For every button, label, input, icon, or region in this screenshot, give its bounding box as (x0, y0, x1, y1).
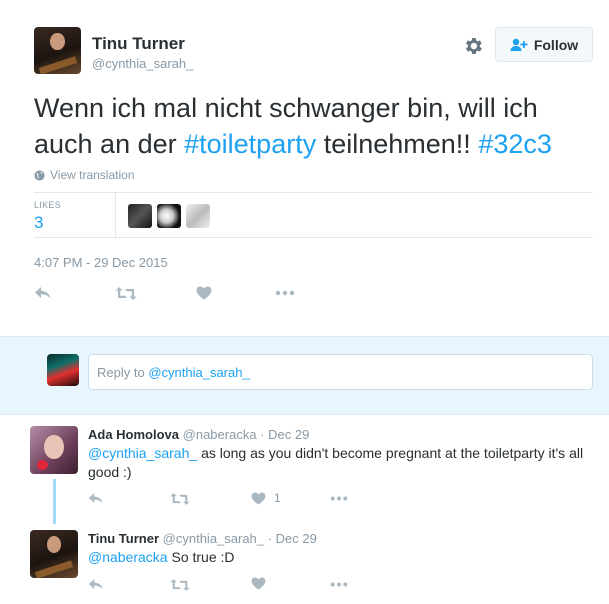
globe-icon (34, 169, 45, 181)
liker-avatar[interactable] (128, 204, 152, 228)
tweet-timestamp[interactable]: 4:07 PM - 29 Dec 2015 (34, 255, 168, 270)
reply-icon (35, 287, 51, 299)
author-name[interactable]: Tinu Turner (92, 34, 185, 54)
tweet-text-segment: auch an der (34, 129, 177, 159)
reply-author-handle[interactable]: @cynthia_sarah_ (163, 531, 264, 546)
tweet-text-segment: teilnehmen!! (323, 129, 471, 159)
reply-text: @naberacka So true :D (88, 548, 235, 567)
follow-button[interactable]: Follow (495, 27, 593, 62)
reply-icon (88, 493, 103, 504)
stats-divider (115, 193, 116, 237)
separator: · (267, 531, 272, 546)
thread-connector (53, 479, 56, 524)
retweet-button[interactable] (170, 492, 190, 506)
reply-mention[interactable]: @naberacka (88, 549, 168, 565)
reply-header: Ada Homolova @naberacka · Dec 29 (88, 427, 309, 442)
reply-button[interactable] (88, 578, 104, 591)
liker-avatar[interactable] (186, 204, 210, 228)
follow-label: Follow (533, 36, 579, 53)
retweet-icon (115, 287, 137, 300)
reply-button[interactable] (34, 286, 52, 300)
gear-icon (466, 38, 482, 54)
retweet-button[interactable] (170, 578, 190, 592)
reply-date[interactable]: Dec 29 (276, 531, 317, 546)
reply-author-name[interactable]: Ada Homolova (88, 427, 179, 442)
tweet-text: Wenn ich mal nicht schwanger bin, will i… (34, 90, 594, 162)
reply-date[interactable]: Dec 29 (268, 427, 309, 442)
view-translation-label: View translation (50, 168, 135, 182)
reply-button[interactable] (88, 492, 104, 505)
separator: · (260, 427, 265, 442)
divider (34, 237, 593, 238)
reply-avatar[interactable] (30, 426, 78, 474)
reply-text-line1: So true :D (171, 549, 235, 565)
heart-icon (196, 286, 212, 300)
liker-avatar[interactable] (157, 204, 181, 228)
more-icon (275, 290, 295, 296)
more-button[interactable] (275, 286, 295, 300)
reply-author-handle[interactable]: @naberacka (183, 427, 257, 442)
hashtag-toiletparty[interactable]: #toiletparty (184, 129, 316, 159)
heart-icon (251, 491, 266, 505)
heart-icon (251, 577, 266, 590)
retweet-button[interactable] (115, 286, 137, 301)
reply-author-name[interactable]: Tinu Turner (88, 531, 159, 546)
author-avatar[interactable] (34, 27, 81, 74)
reply-text-line2: good :) (88, 464, 132, 480)
more-icon (330, 582, 348, 587)
hashtag-32c3[interactable]: #32c3 (478, 129, 552, 159)
tweet-text-line1: Wenn ich mal nicht schwanger bin, will i… (34, 93, 538, 123)
tweet-text-line2: auch an der #toiletparty teilnehmen!! #3… (34, 126, 594, 162)
reply-mention[interactable]: @cynthia_sarah_ (88, 445, 197, 461)
likes-count[interactable]: 3 (34, 213, 43, 233)
like-count: 1 (274, 491, 281, 505)
more-icon (330, 496, 348, 501)
reply-placeholder-prefix: Reply to (97, 365, 145, 380)
settings-gear-button[interactable] (462, 35, 484, 57)
likes-label: LIKES (34, 200, 62, 210)
reply-text-line1: as long as you didn't become pregnant at… (201, 445, 584, 461)
reply-header: Tinu Turner @cynthia_sarah_ · Dec 29 (88, 531, 317, 546)
author-handle[interactable]: @cynthia_sarah_ (92, 56, 193, 71)
reply-avatar[interactable] (30, 530, 78, 578)
reply-text: @cynthia_sarah_ as long as you didn't be… (88, 444, 598, 482)
current-user-avatar[interactable] (47, 354, 79, 386)
reply-icon (88, 579, 103, 590)
more-button[interactable] (330, 578, 348, 591)
divider (34, 192, 593, 193)
follow-person-icon (510, 38, 528, 51)
retweet-icon (170, 579, 190, 591)
like-button[interactable]: 1 (251, 491, 281, 505)
reply-input[interactable]: Reply to @cynthia_sarah_ (88, 354, 593, 390)
retweet-icon (170, 493, 190, 505)
view-translation-link[interactable]: View translation (34, 168, 135, 182)
like-button[interactable] (251, 577, 266, 590)
like-button[interactable] (196, 286, 212, 300)
reply-composer: Reply to @cynthia_sarah_ (0, 336, 609, 415)
reply-placeholder-mention: @cynthia_sarah_ (148, 365, 250, 380)
more-button[interactable] (330, 492, 348, 505)
